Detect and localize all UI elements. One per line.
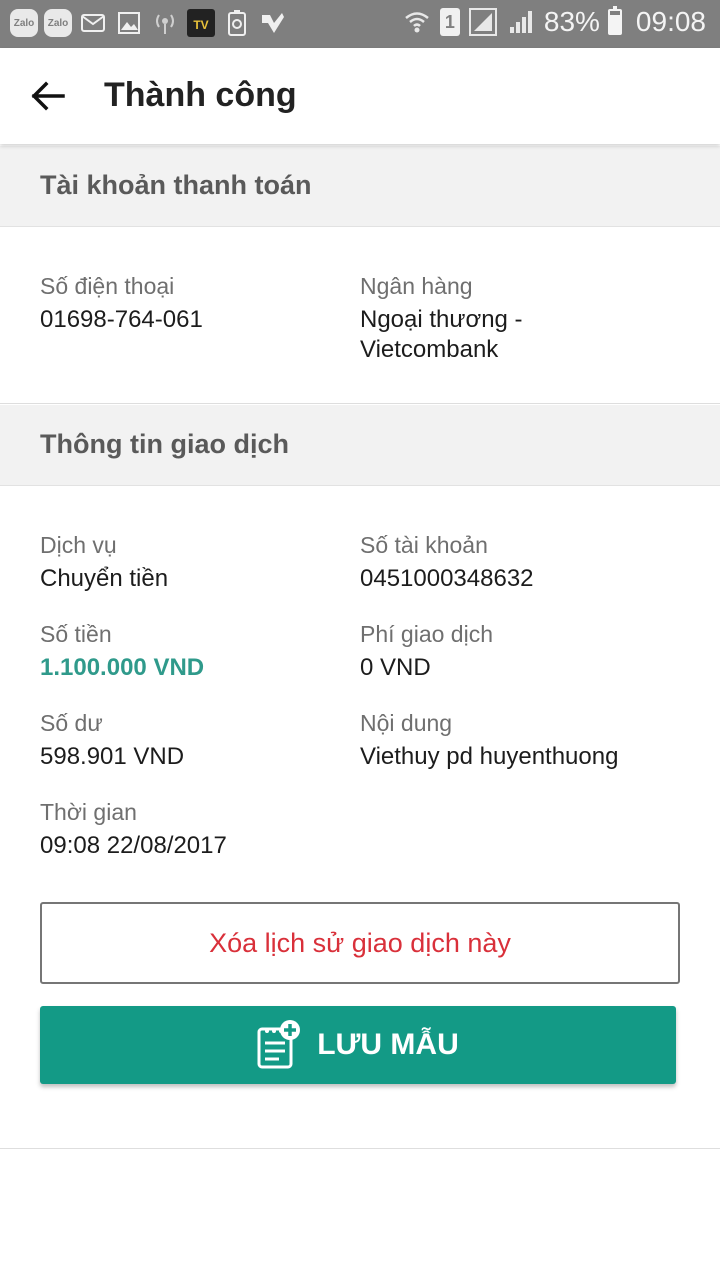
balance-label: Số dư (40, 710, 103, 736)
checkmark-app-icon (258, 8, 288, 38)
content-label: Nội dung (360, 710, 453, 736)
notification-icons: Zalo Zalo TV (10, 8, 288, 38)
amount-label: Số tiền (40, 621, 112, 647)
phone-value: 01698-764-061 (40, 306, 203, 333)
phone-field: Số điện thoại 01698-764-061 (40, 271, 350, 335)
save-template-label: LƯU MẪU (317, 1028, 459, 1061)
broadcast-icon (150, 8, 180, 38)
service-value: Chuyển tiền (40, 565, 169, 592)
service-field: Dịch vụ Chuyển tiền (40, 530, 350, 594)
account-number-field: Số tài khoản 0451000348632 (360, 530, 670, 594)
back-arrow-icon[interactable] (24, 72, 72, 120)
section-title: Tài khoản thanh toán (40, 170, 312, 200)
cell-signal-icon (506, 7, 536, 37)
bank-label: Ngân hàng (360, 273, 473, 299)
save-template-button[interactable]: LƯU MẪU (40, 1006, 676, 1084)
bank-value-line1: Ngoại thương - (360, 306, 523, 333)
delete-history-button[interactable]: Xóa lịch sử giao dịch này (40, 902, 680, 984)
balance-value: 598.901 VND (40, 743, 185, 770)
payment-account-card: Số điện thoại 01698-764-061 Ngân hàng Ng… (0, 226, 720, 404)
wifi-icon (402, 7, 432, 37)
fee-value: 0 VND (360, 654, 431, 681)
recycle-battery-icon (222, 8, 252, 38)
bank-field: Ngân hàng Ngoại thương - Vietcombank (360, 271, 670, 365)
time-label: Thời gian (40, 799, 137, 825)
time-value: 09:08 22/08/2017 (40, 832, 227, 859)
amount-field: Số tiền 1.100.000 VND (40, 619, 350, 683)
zalo-icon: Zalo (10, 9, 38, 37)
content-field: Nội dung Viethuy pd huyenthuong (360, 708, 700, 772)
page-title: Thành công (104, 76, 297, 114)
bank-value: Ngoại thương - Vietcombank (360, 305, 670, 365)
add-note-icon (257, 1019, 301, 1071)
battery-level (609, 14, 620, 33)
amount-value: 1.100.000 VND (40, 654, 205, 681)
account-number-value: 0451000348632 (360, 565, 534, 592)
mail-icon (78, 8, 108, 38)
top-app-bar: Thành công (0, 48, 720, 144)
service-label: Dịch vụ (40, 532, 117, 558)
section-title: Thông tin giao dịch (40, 429, 289, 459)
status-bar: Zalo Zalo TV 1 83% 09:08 (0, 0, 720, 48)
transaction-section-header: Thông tin giao dịch (0, 405, 720, 485)
balance-field: Số dư 598.901 VND (40, 708, 350, 772)
image-icon (114, 8, 144, 38)
system-status: 1 83% 09:08 (402, 6, 706, 38)
payment-account-section-header: Tài khoản thanh toán (0, 146, 720, 226)
tv-app-icon: TV (186, 8, 216, 38)
content-value: Viethuy pd huyenthuong (360, 743, 619, 770)
account-number-label: Số tài khoản (360, 532, 488, 558)
sim-slot-icon: 1 (439, 8, 460, 36)
fee-field: Phí giao dịch 0 VND (360, 619, 670, 683)
svg-text:TV: TV (193, 18, 208, 32)
phone-label: Số điện thoại (40, 273, 175, 299)
zalo-icon: Zalo (44, 9, 72, 37)
time-field: Thời gian 09:08 22/08/2017 (40, 797, 350, 861)
bank-value-line2: Vietcombank (360, 336, 499, 363)
battery-percent: 83% (543, 6, 600, 37)
signal-box-icon (468, 7, 498, 37)
clock: 09:08 (635, 6, 706, 37)
battery-icon (607, 6, 622, 35)
fee-label: Phí giao dịch (360, 621, 493, 647)
